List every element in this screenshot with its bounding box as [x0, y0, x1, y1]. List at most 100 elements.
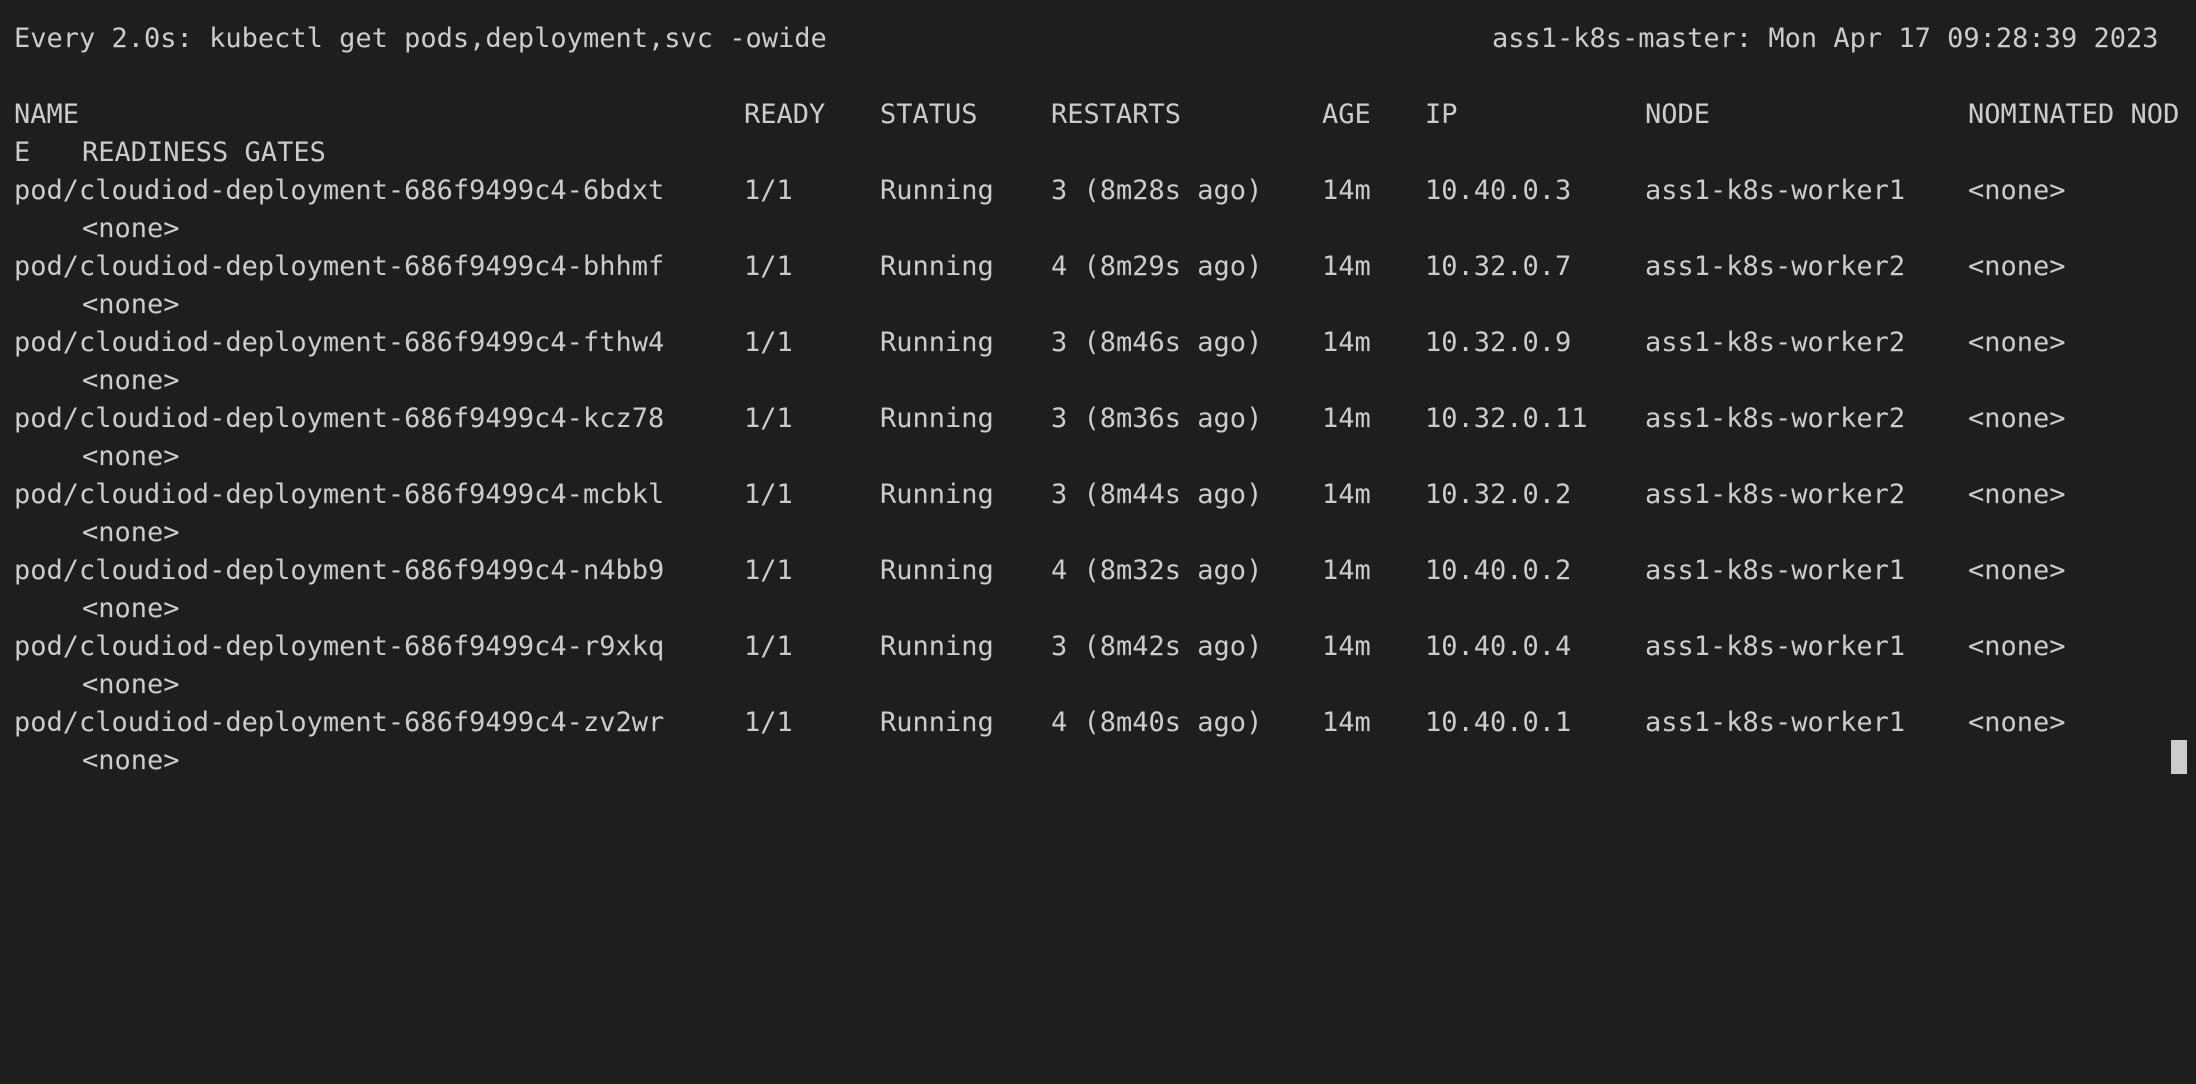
pod-node: ass1-k8s-worker2: [1645, 479, 1906, 510]
pod-ip: 10.40.0.2: [1425, 555, 1572, 586]
table-row-wrap: <none>: [0, 438, 2196, 476]
pod-restarts: 4 (8m32s ago): [1051, 555, 1263, 586]
pod-ip: 10.32.0.9: [1425, 327, 1572, 358]
pod-nominated: <none>: [1968, 555, 2066, 586]
pod-nominated: <none>: [1968, 403, 2066, 434]
pod-restarts: 3 (8m28s ago): [1051, 175, 1263, 206]
pod-status: Running: [880, 403, 994, 434]
pod-ip: 10.32.0.11: [1425, 403, 1588, 434]
pod-node: ass1-k8s-worker2: [1645, 251, 1906, 282]
pod-restarts: 3 (8m44s ago): [1051, 479, 1263, 510]
pod-nominated: <none>: [1968, 479, 2066, 510]
pod-ip: 10.32.0.2: [1425, 479, 1572, 510]
column-header-ready: READY: [744, 99, 826, 130]
pod-ready: 1/1: [744, 327, 793, 358]
column-header-restarts: RESTARTS: [1051, 99, 1182, 130]
pod-name: pod/cloudiod-deployment-686f9499c4-r9xkq: [14, 631, 665, 662]
pod-age: 14m: [1322, 403, 1371, 434]
pod-name: pod/cloudiod-deployment-686f9499c4-bhhmf: [14, 251, 665, 282]
table-row: pod/cloudiod-deployment-686f9499c4-n4bb9…: [0, 552, 2196, 590]
pod-age: 14m: [1322, 555, 1371, 586]
column-header-nominated: NOMINATED NOD: [1968, 99, 2180, 130]
pod-ip: 10.40.0.3: [1425, 175, 1572, 206]
table-row-wrap: <none>: [0, 666, 2196, 704]
pod-age: 14m: [1322, 175, 1371, 206]
pod-nominated: <none>: [1968, 631, 2066, 662]
pod-age: 14m: [1322, 707, 1371, 738]
pod-name: pod/cloudiod-deployment-686f9499c4-fthw4: [14, 327, 665, 358]
pod-restarts: 3 (8m42s ago): [1051, 631, 1263, 662]
column-header-wrap: E: [14, 137, 31, 168]
column-header-node: NODE: [1645, 99, 1711, 130]
pod-node: ass1-k8s-worker2: [1645, 403, 1906, 434]
pod-ip: 10.40.0.1: [1425, 707, 1572, 738]
pod-ready: 1/1: [744, 707, 793, 738]
pod-node: ass1-k8s-worker2: [1645, 327, 1906, 358]
table-row: pod/cloudiod-deployment-686f9499c4-6bdxt…: [0, 172, 2196, 210]
column-header-readiness: READINESS GATES: [82, 137, 326, 168]
pod-node: ass1-k8s-worker1: [1645, 707, 1906, 738]
pod-status: Running: [880, 479, 994, 510]
pod-ready: 1/1: [744, 403, 793, 434]
pod-node: ass1-k8s-worker1: [1645, 555, 1906, 586]
pod-ready: 1/1: [744, 175, 793, 206]
pod-readiness-gates: <none>: [82, 365, 180, 396]
pod-status: Running: [880, 327, 994, 358]
pod-ip: 10.32.0.7: [1425, 251, 1572, 282]
column-header-status: STATUS: [880, 99, 978, 130]
table-header: NAME READY STATUS RESTARTS AGE IP NODE N…: [0, 96, 2196, 134]
pod-age: 14m: [1322, 479, 1371, 510]
pod-name: pod/cloudiod-deployment-686f9499c4-mcbkl: [14, 479, 665, 510]
pod-name: pod/cloudiod-deployment-686f9499c4-n4bb9: [14, 555, 665, 586]
pod-ip: 10.40.0.4: [1425, 631, 1572, 662]
pod-restarts: 4 (8m29s ago): [1051, 251, 1263, 282]
pod-ready: 1/1: [744, 251, 793, 282]
table-row: pod/cloudiod-deployment-686f9499c4-fthw4…: [0, 324, 2196, 362]
pod-restarts: 3 (8m46s ago): [1051, 327, 1263, 358]
pod-readiness-gates: <none>: [82, 593, 180, 624]
table-row-wrap: <none>: [0, 362, 2196, 400]
pod-readiness-gates: <none>: [82, 441, 180, 472]
table-row: pod/cloudiod-deployment-686f9499c4-bhhmf…: [0, 248, 2196, 286]
pod-age: 14m: [1322, 251, 1371, 282]
pod-status: Running: [880, 175, 994, 206]
table-header-wrap: E READINESS GATES: [0, 134, 2196, 172]
pod-node: ass1-k8s-worker1: [1645, 175, 1906, 206]
pod-ready: 1/1: [744, 631, 793, 662]
table-row: pod/cloudiod-deployment-686f9499c4-mcbkl…: [0, 476, 2196, 514]
pod-nominated: <none>: [1968, 251, 2066, 282]
pod-readiness-gates: <none>: [82, 745, 180, 776]
pod-status: Running: [880, 707, 994, 738]
pod-readiness-gates: <none>: [82, 289, 180, 320]
pod-restarts: 4 (8m40s ago): [1051, 707, 1263, 738]
table-row-wrap: <none>: [0, 742, 2196, 780]
watch-header: Every 2.0s: kubectl get pods,deployment,…: [0, 20, 2196, 58]
pod-name: pod/cloudiod-deployment-686f9499c4-6bdxt: [14, 175, 665, 206]
pod-node: ass1-k8s-worker1: [1645, 631, 1906, 662]
terminal-window[interactable]: Every 2.0s: kubectl get pods,deployment,…: [0, 0, 2196, 783]
table-row-wrap: <none>: [0, 286, 2196, 324]
column-header-name: NAME: [14, 99, 80, 130]
table-row-wrap: <none>: [0, 590, 2196, 628]
pod-ready: 1/1: [744, 555, 793, 586]
table-row-wrap: <none>: [0, 514, 2196, 552]
pod-nominated: <none>: [1968, 707, 2066, 738]
column-header-age: AGE: [1322, 99, 1371, 130]
pod-name: pod/cloudiod-deployment-686f9499c4-zv2wr: [14, 707, 665, 738]
table-row: pod/cloudiod-deployment-686f9499c4-zv2wr…: [0, 704, 2196, 742]
table-row: pod/cloudiod-deployment-686f9499c4-r9xkq…: [0, 628, 2196, 666]
pod-status: Running: [880, 555, 994, 586]
table-row-wrap: <none>: [0, 210, 2196, 248]
pod-readiness-gates: <none>: [82, 517, 180, 548]
pod-nominated: <none>: [1968, 327, 2066, 358]
watch-command: Every 2.0s: kubectl get pods,deployment,…: [14, 23, 827, 54]
column-header-ip: IP: [1425, 99, 1458, 130]
pod-ready: 1/1: [744, 479, 793, 510]
terminal-cursor: [2171, 740, 2187, 774]
pod-name: pod/cloudiod-deployment-686f9499c4-kcz78: [14, 403, 665, 434]
pod-readiness-gates: <none>: [82, 669, 180, 700]
table-row: pod/cloudiod-deployment-686f9499c4-kcz78…: [0, 400, 2196, 438]
pod-nominated: <none>: [1968, 175, 2066, 206]
watch-status: ass1-k8s-master: Mon Apr 17 09:28:39 202…: [1492, 23, 2159, 54]
pod-status: Running: [880, 251, 994, 282]
